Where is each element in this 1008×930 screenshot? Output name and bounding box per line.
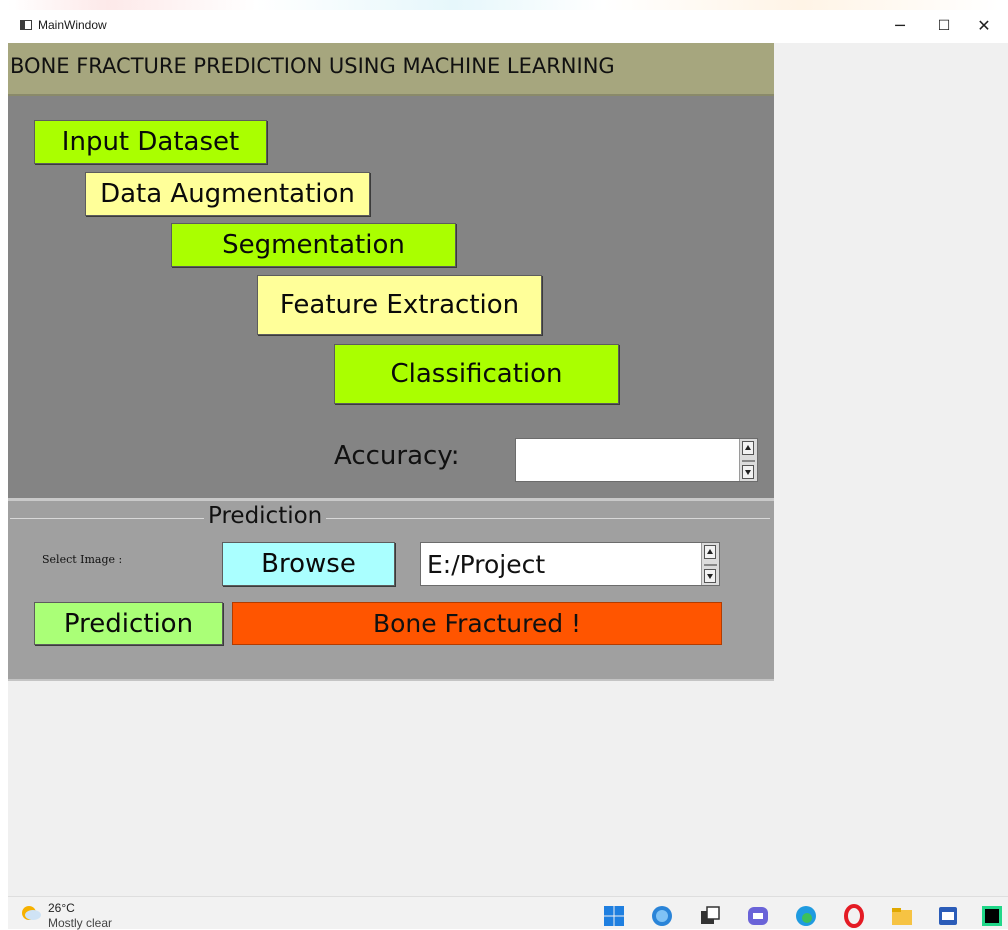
accuracy-field[interactable] bbox=[515, 438, 758, 482]
weather-temperature: 26°C bbox=[48, 901, 75, 915]
feature-extraction-button[interactable]: Feature Extraction bbox=[257, 275, 542, 335]
search-icon[interactable] bbox=[650, 904, 674, 928]
path-scrollbar[interactable] bbox=[701, 543, 719, 585]
scroll-down-icon[interactable] bbox=[742, 465, 754, 479]
windows-start-icon[interactable] bbox=[602, 904, 626, 928]
scroll-up-icon[interactable] bbox=[704, 545, 716, 559]
pipeline-panel: Input Dataset Data Augmentation Segmenta… bbox=[8, 96, 774, 498]
prediction-button[interactable]: Prediction bbox=[34, 602, 223, 645]
desktop-background bbox=[8, 0, 1000, 10]
main-window: MainWindow ─ ☐ ✕ BONE FRACTURE PREDICTIO… bbox=[8, 10, 1008, 930]
weather-description: Mostly clear bbox=[48, 916, 113, 930]
close-button[interactable]: ✕ bbox=[964, 14, 1004, 40]
app-title: BONE FRACTURE PREDICTION USING MACHINE L… bbox=[10, 54, 615, 78]
scroll-thumb[interactable] bbox=[742, 460, 755, 462]
minimize-button[interactable]: ─ bbox=[880, 14, 920, 40]
weather-icon[interactable] bbox=[20, 902, 42, 924]
title-bar: MainWindow ─ ☐ ✕ bbox=[8, 10, 1008, 43]
classification-button[interactable]: Classification bbox=[334, 344, 619, 404]
browse-button[interactable]: Browse bbox=[222, 542, 395, 586]
accuracy-scrollbar[interactable] bbox=[739, 439, 757, 481]
task-view-icon[interactable] bbox=[698, 904, 722, 928]
opera-icon[interactable] bbox=[842, 904, 866, 928]
taskbar: 26°C Mostly clear bbox=[8, 896, 1008, 930]
prediction-result: Bone Fractured ! bbox=[232, 602, 722, 645]
input-dataset-button[interactable]: Input Dataset bbox=[34, 120, 267, 164]
group-border bbox=[10, 518, 770, 519]
prediction-group-title: Prediction bbox=[204, 503, 327, 529]
data-augmentation-button[interactable]: Data Augmentation bbox=[85, 172, 370, 216]
edge-icon[interactable] bbox=[794, 904, 818, 928]
prediction-group: Prediction Select Image : Browse E:/Proj… bbox=[8, 501, 774, 681]
app-banner: BONE FRACTURE PREDICTION USING MACHINE L… bbox=[8, 43, 774, 96]
image-path-value: E:/Project bbox=[427, 550, 546, 579]
pycharm-icon[interactable] bbox=[980, 904, 1004, 928]
select-image-label: Select Image : bbox=[42, 553, 123, 566]
window-app-icon bbox=[20, 20, 32, 30]
maximize-button[interactable]: ☐ bbox=[924, 14, 964, 40]
accuracy-label: Accuracy: bbox=[334, 441, 460, 471]
segmentation-button[interactable]: Segmentation bbox=[171, 223, 456, 267]
window-title: MainWindow bbox=[38, 18, 107, 32]
scroll-up-icon[interactable] bbox=[742, 441, 754, 455]
image-path-field[interactable]: E:/Project bbox=[420, 542, 720, 586]
scroll-thumb[interactable] bbox=[704, 564, 717, 566]
word-icon[interactable] bbox=[936, 904, 960, 928]
chat-icon[interactable] bbox=[746, 904, 770, 928]
scroll-down-icon[interactable] bbox=[704, 569, 716, 583]
file-explorer-icon[interactable] bbox=[890, 904, 914, 928]
